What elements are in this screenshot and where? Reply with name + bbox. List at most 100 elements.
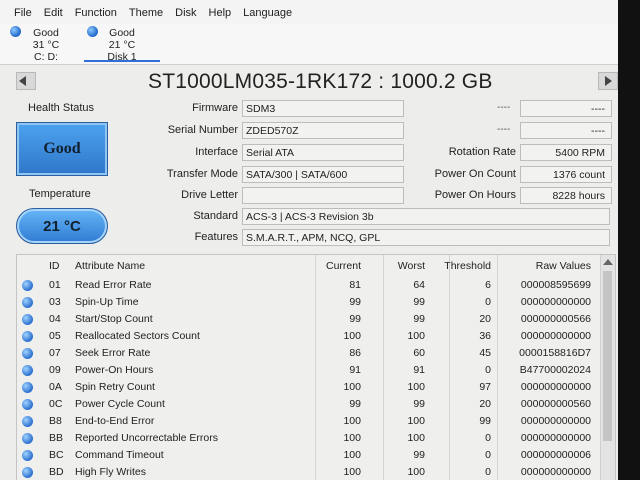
transfer-mode-value: SATA/300 | SATA/600 (242, 166, 404, 183)
attr-current: 99 (349, 313, 361, 325)
attr-current: 81 (349, 279, 361, 291)
header-attribute-name[interactable]: Attribute Name (75, 260, 145, 272)
attr-current: 99 (349, 398, 361, 410)
menu-bar: File Edit Function Theme Disk Help Langu… (0, 0, 618, 25)
attr-threshold: 20 (479, 398, 491, 410)
attr-threshold: 6 (485, 279, 491, 291)
attr-name: Reported Uncorrectable Errors (75, 432, 218, 444)
rotation-rate-value: 5400 RPM (520, 144, 612, 161)
attr-worst: 91 (413, 364, 425, 376)
table-row[interactable]: 07 Seek Error Rate 86 60 45 0000158816D7 (17, 345, 599, 362)
interface-value: Serial ATA (242, 144, 404, 161)
attr-id: BB (49, 432, 64, 444)
selected-disk-underline (84, 60, 160, 62)
attr-current: 100 (343, 466, 361, 478)
attr-worst: 100 (407, 432, 425, 444)
attr-threshold: 99 (479, 415, 491, 427)
features-label: Features (194, 231, 238, 243)
attr-worst: 99 (413, 296, 425, 308)
menu-file[interactable]: File (0, 7, 38, 19)
table-scrollbar[interactable] (600, 255, 615, 480)
table-row[interactable]: 04 Start/Stop Count 99 99 20 000000000566 (17, 311, 599, 328)
menu-disk[interactable]: Disk (169, 7, 202, 19)
table-row[interactable]: 0A Spin Retry Count 100 100 97 000000000000 (17, 379, 599, 396)
attr-name: End-to-End Error (75, 415, 155, 427)
attr-name: Power Cycle Count (75, 398, 165, 410)
table-row[interactable]: BC Command Timeout 100 99 0 000000000006 (17, 447, 599, 464)
table-row[interactable]: BD High Fly Writes 100 100 0 000000000000 (17, 464, 599, 480)
power-on-hours-value: 8228 hours (520, 187, 612, 204)
header-worst[interactable]: Worst (373, 260, 425, 272)
interface-label: Interface (195, 146, 238, 158)
disk-status-dot-icon (87, 26, 98, 37)
attr-id: BC (49, 449, 64, 461)
transfer-mode-label: Transfer Mode (166, 168, 238, 180)
attr-raw-value: 000000000566 (520, 313, 591, 325)
attr-threshold: 36 (479, 330, 491, 342)
attr-id: 09 (49, 364, 61, 376)
table-row[interactable]: BB Reported Uncorrectable Errors 100 100 0 00… (17, 430, 599, 447)
drive-letter-label: Drive Letter (181, 189, 238, 201)
nav-left-arrow-icon[interactable] (16, 72, 36, 90)
menu-function[interactable]: Function (69, 7, 123, 19)
attr-threshold: 45 (479, 347, 491, 359)
attr-threshold: 0 (485, 466, 491, 478)
attr-current: 86 (349, 347, 361, 359)
attribute-status-dot-icon (22, 297, 33, 308)
menu-theme[interactable]: Theme (123, 7, 169, 19)
menu-language[interactable]: Language (237, 7, 298, 19)
attribute-status-dot-icon (22, 365, 33, 376)
table-row[interactable]: 01 Read Error Rate 81 64 6 000008595699 (17, 277, 599, 294)
header-current[interactable]: Current (309, 260, 361, 272)
attr-id: 0C (49, 398, 63, 410)
menu-edit[interactable]: Edit (38, 7, 69, 19)
standard-label: Standard (193, 210, 238, 222)
attr-raw-value: 0000158816D7 (519, 347, 591, 359)
disk-tab-c[interactable]: Good 31 °C C: D: (6, 25, 86, 63)
table-row[interactable]: 09 Power-On Hours 91 91 0 B47700002024 (17, 362, 599, 379)
empty-field-dash-label: ---- (497, 124, 511, 135)
attr-current: 91 (349, 364, 361, 376)
attr-name: Spin Retry Count (75, 381, 155, 393)
empty-field-dash-value: ---- (520, 122, 612, 139)
attribute-status-dot-icon (22, 331, 33, 342)
attr-threshold: 0 (485, 449, 491, 461)
attr-id: BD (49, 466, 64, 478)
empty-field-dash-label: ---- (497, 102, 511, 113)
table-row[interactable]: 05 Reallocated Sectors Count 100 100 36 00000… (17, 328, 599, 345)
nav-right-arrow-icon[interactable] (598, 72, 618, 90)
table-row[interactable]: 03 Spin-Up Time 99 99 0 000000000000 (17, 294, 599, 311)
attribute-status-dot-icon (22, 348, 33, 359)
attr-id: 05 (49, 330, 61, 342)
standard-value: ACS-3 | ACS-3 Revision 3b (242, 208, 610, 225)
menu-help[interactable]: Help (203, 7, 238, 19)
smart-attributes-table: ID Attribute Name Current Worst Threshol… (16, 254, 616, 480)
header-id[interactable]: ID (49, 260, 60, 272)
attr-raw-value: 000000000560 (520, 398, 591, 410)
scroll-up-arrow-icon[interactable] (603, 259, 613, 265)
attr-threshold: 0 (485, 296, 491, 308)
attr-raw-value: 000000000000 (520, 330, 591, 342)
attr-worst: 60 (413, 347, 425, 359)
attr-current: 100 (343, 381, 361, 393)
table-row[interactable]: B8 End-to-End Error 100 100 99 000000000000 (17, 413, 599, 430)
scrollbar-thumb[interactable] (603, 271, 612, 441)
attr-current: 100 (343, 415, 361, 427)
attr-raw-value: B47700002024 (519, 364, 591, 376)
attr-id: 0A (49, 381, 62, 393)
disk-tab-1[interactable]: Good 21 °C Disk 1 (82, 25, 162, 63)
table-row[interactable]: 0C Power Cycle Count 99 99 20 000000000560 (17, 396, 599, 413)
power-on-hours-label: Power On Hours (434, 189, 516, 201)
health-status-button[interactable]: Good (16, 122, 108, 176)
background-edge (618, 0, 640, 480)
header-raw-values[interactable]: Raw Values (519, 260, 591, 272)
attr-id: 03 (49, 296, 61, 308)
attr-threshold: 20 (479, 313, 491, 325)
attr-raw-value: 000000000000 (520, 296, 591, 308)
attr-name: Read Error Rate (75, 279, 152, 291)
attr-threshold: 0 (485, 432, 491, 444)
temperature-indicator: 21 °C (16, 208, 108, 244)
attribute-status-dot-icon (22, 450, 33, 461)
header-threshold[interactable]: Threshold (431, 260, 491, 272)
attr-raw-value: 000000000000 (520, 432, 591, 444)
